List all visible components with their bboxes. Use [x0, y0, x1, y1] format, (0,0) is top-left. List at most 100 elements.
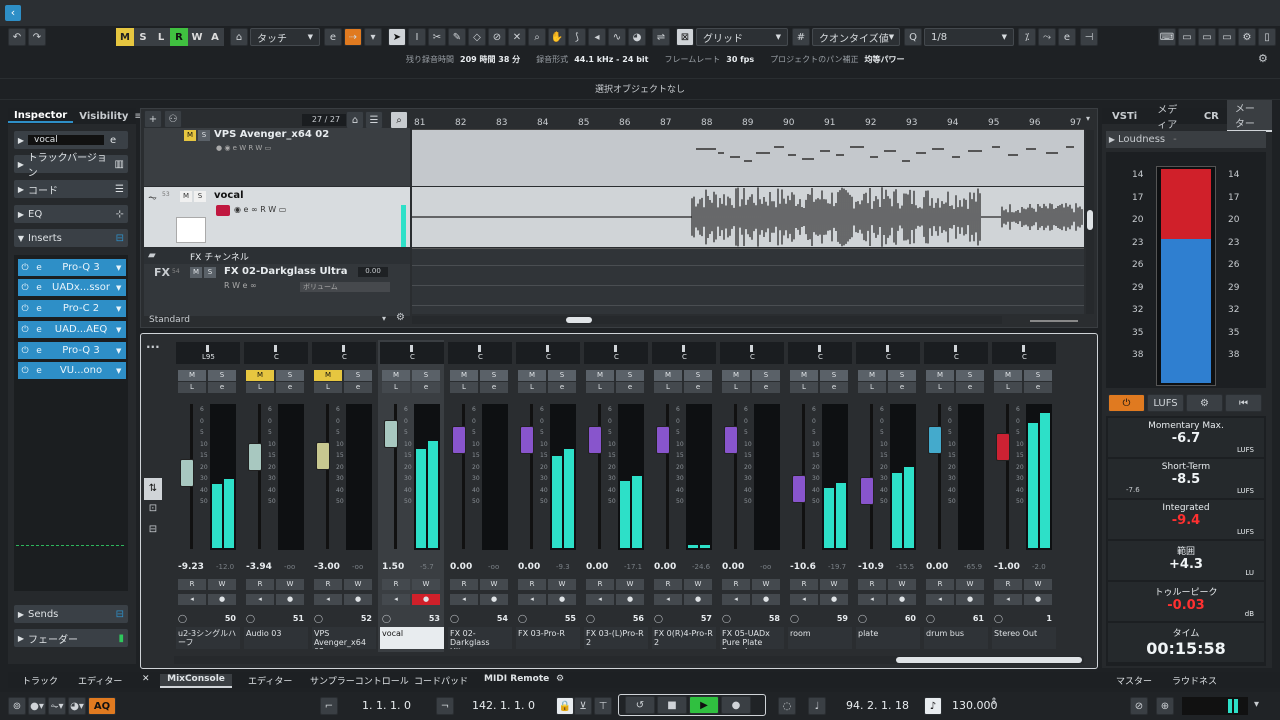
link-icon[interactable]: ◯	[314, 614, 323, 623]
edit-channel-button[interactable]: e	[548, 382, 576, 393]
sends-bypass-icon[interactable]: ⊟	[116, 609, 128, 620]
write-button[interactable]: W	[412, 579, 440, 590]
monitor-button[interactable]: ◂	[178, 594, 206, 605]
footer-settings-icon[interactable]: ⚙	[396, 312, 405, 323]
power-icon[interactable]: ⏻	[18, 346, 32, 356]
mute-button[interactable]: M	[994, 370, 1022, 381]
tab-media[interactable]: メディア	[1147, 101, 1196, 131]
channel-name[interactable]: drum bus	[924, 627, 988, 649]
fader-cap[interactable]	[520, 426, 534, 454]
swing-icon[interactable]: ⤳	[1038, 28, 1056, 46]
punch-icon[interactable]: ⊻	[574, 697, 592, 715]
fader-cap[interactable]	[656, 426, 670, 454]
edit-insert-icon[interactable]: e	[32, 304, 46, 314]
listen-button[interactable]: L	[790, 382, 818, 393]
keyboard-icon[interactable]: ⌨	[1158, 28, 1176, 46]
record-button[interactable]: ●	[276, 594, 304, 605]
info-value-framerate[interactable]: 30 fps	[726, 55, 764, 64]
tab-meter[interactable]: メーター	[1226, 100, 1272, 132]
tab-editor-left[interactable]: エディター	[78, 674, 122, 688]
search-tracks-icon[interactable]: ⌕	[390, 111, 408, 129]
fader-cap[interactable]	[452, 426, 466, 454]
track-volume-value[interactable]: 0.00	[358, 267, 388, 277]
edit-insert-icon[interactable]: e	[32, 346, 46, 356]
write-button[interactable]: W	[208, 579, 236, 590]
insert-slot-3[interactable]: ⏻ e Pro-C 2 ▼	[18, 300, 126, 317]
pan-knob[interactable]: C	[924, 342, 988, 364]
inspector-section-fader[interactable]: ▶ フェーダー ▮	[14, 629, 128, 647]
write-button[interactable]: W	[956, 579, 984, 590]
channel-name[interactable]: FX 02-Darkglass Ultra	[448, 627, 512, 649]
channel-name[interactable]: FX 03-Pro-R	[516, 627, 580, 649]
mixer-strip[interactable]: C M S L e 6 0 5 10 15 20 30 40 50 0.00 -65.9 R W…	[922, 340, 988, 652]
window-split-icon[interactable]: ▯	[1258, 28, 1276, 46]
edit-channel-button[interactable]: e	[616, 382, 644, 393]
inspector-section-sends[interactable]: ▶ Sends ⊟	[14, 605, 128, 623]
edit-channel-button[interactable]: e	[344, 382, 372, 393]
stop-icon[interactable]: ■	[657, 696, 687, 714]
mute-button[interactable]: M	[926, 370, 954, 381]
solo-button[interactable]: S	[276, 370, 304, 381]
mixer-strip[interactable]: C M S L e 6 0 5 10 15 20 30 40 50 -1.00 -2.0 R W…	[990, 340, 1056, 652]
nudge-icon[interactable]: ⇌	[652, 28, 670, 46]
activity-icon[interactable]: ⊚	[8, 697, 26, 715]
inspector-section-versions[interactable]: ▶ トラックバージョン ▥	[14, 153, 128, 179]
track-name[interactable]: VPS Avenger_x64 02	[214, 129, 329, 140]
quantize-value-select[interactable]: 1/8 ▼	[924, 28, 1014, 46]
toolbar-settings-icon[interactable]: ⚙	[1238, 28, 1256, 46]
monitor-button[interactable]: ◂	[926, 594, 954, 605]
edit-channel-button[interactable]: e	[752, 382, 780, 393]
fader-track[interactable]	[326, 404, 329, 549]
monitor-button[interactable]: ◂	[450, 594, 478, 605]
monitor-button[interactable]: ◂	[722, 594, 750, 605]
loudness-power-icon[interactable]: ⏻	[1108, 394, 1145, 412]
fader-cap[interactable]	[384, 420, 398, 448]
link-icon[interactable]: ◯	[450, 614, 459, 623]
solo-button[interactable]: S	[1024, 370, 1052, 381]
fader-value[interactable]: -9.23	[178, 562, 204, 572]
infobar-settings-icon[interactable]: ⚙	[1258, 52, 1268, 65]
read-button[interactable]: R	[178, 579, 206, 590]
pan-knob[interactable]: C	[516, 342, 580, 364]
marker-icon[interactable]: ◕▾	[68, 697, 86, 715]
automation-mode-select[interactable]: タッチ ▼	[250, 28, 320, 46]
read-button[interactable]: R	[246, 579, 274, 590]
punch-options-icon[interactable]: ⊤	[594, 697, 612, 715]
solo-button[interactable]: S	[752, 370, 780, 381]
right-locator-value[interactable]: 142. 1. 1. 0	[472, 699, 535, 712]
insert-slot-4[interactable]: ⏻ e UAD...AEQ ▼	[18, 321, 126, 338]
edit-insert-icon[interactable]: e	[32, 283, 46, 293]
fader-value[interactable]: -1.00	[994, 562, 1020, 572]
track-presets-icon[interactable]: ⚇	[164, 110, 182, 128]
mute-button[interactable]: M	[314, 370, 342, 381]
grid-snap-icon[interactable]: ⊠	[676, 28, 694, 46]
inspector-section-chords[interactable]: ▶ コード ☰	[14, 180, 128, 198]
dropdown-arrow-icon[interactable]: ▾	[364, 28, 382, 46]
write-button[interactable]: W	[616, 579, 644, 590]
pan-knob[interactable]: C	[992, 342, 1056, 364]
curve-tool-icon[interactable]: ∿	[608, 28, 626, 46]
record-button[interactable]: ●	[208, 594, 236, 605]
left-locator-value[interactable]: 1. 1. 1. 0	[362, 699, 411, 712]
read-button[interactable]: R	[722, 579, 750, 590]
solo-button[interactable]: S	[616, 370, 644, 381]
channel-name[interactable]: u2-3シングルハーフ	[176, 627, 240, 649]
insert-dropdown-icon[interactable]: ▼	[116, 326, 126, 334]
edit-channel-button[interactable]: e	[208, 382, 236, 393]
mixer-strip[interactable]: C M S L e 6 0 5 10 15 20 30 40 50 -10.9 -15.5 R …	[854, 340, 920, 652]
tab-inspector[interactable]: Inspector	[8, 110, 74, 123]
monitor-button[interactable]: ◂	[518, 594, 546, 605]
track-solo-button[interactable]: S	[194, 191, 206, 202]
listen-button[interactable]: L	[722, 382, 750, 393]
play-icon[interactable]: ▶	[689, 696, 719, 714]
split-tool-icon[interactable]: ✂	[428, 28, 446, 46]
pan-knob[interactable]: C	[244, 342, 308, 364]
monitor-button[interactable]: ◂	[654, 594, 682, 605]
insert-dropdown-icon[interactable]: ▼	[116, 264, 126, 272]
tab-cr[interactable]: CR	[1196, 111, 1227, 122]
mixer-strip[interactable]: C M S L e 6 0 5 10 15 20 30 40 50 -3.94 -oo R W …	[242, 340, 308, 652]
fader-value[interactable]: 0.00	[586, 562, 608, 572]
solo-button[interactable]: S	[956, 370, 984, 381]
fader-cap[interactable]	[928, 426, 942, 454]
link-icon[interactable]: ◯	[994, 614, 1003, 623]
